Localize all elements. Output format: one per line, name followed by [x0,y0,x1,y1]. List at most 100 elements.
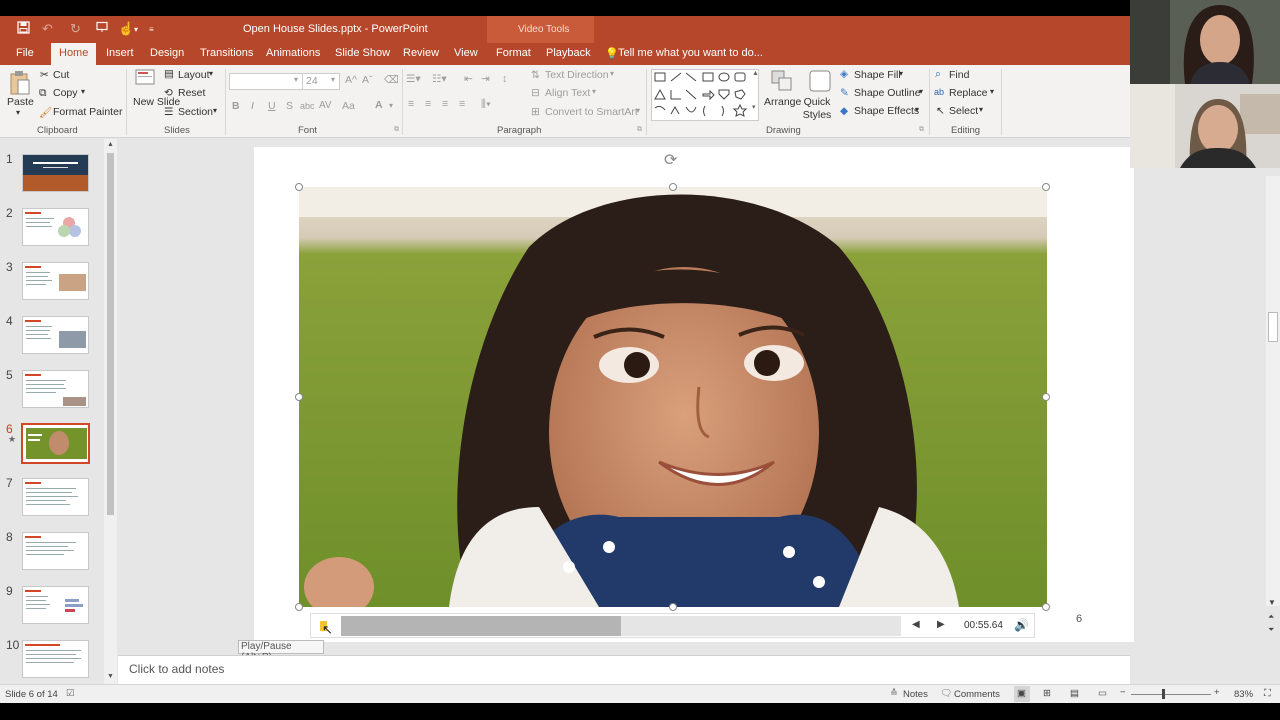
tab-playback[interactable]: Playback [546,47,591,59]
slide-thumbnail[interactable] [22,316,89,354]
scroll-down-icon[interactable]: ▼ [107,673,114,680]
thumbnails-scroll-thumb[interactable] [107,153,114,515]
zoom-level[interactable]: 83% [1234,689,1253,700]
slide-sorter-icon[interactable]: ⊞ [1043,688,1051,699]
font-dialog-launcher-icon[interactable]: ⧉ [394,126,399,134]
font-name-dropdown-icon[interactable]: ▾ [294,75,298,84]
tab-format[interactable]: Format [496,47,531,59]
editor-scroll-down-icon[interactable]: ▼ [1268,598,1276,607]
columns-icon[interactable]: ⫼▾ [481,98,491,111]
qat-more-icon[interactable]: ≡ [149,25,154,34]
tab-animations[interactable]: Animations [266,47,320,59]
replace-dropdown-icon[interactable]: ▾ [990,87,994,96]
slideshow-icon[interactable]: ▭ [1098,688,1107,699]
resize-handle[interactable] [295,393,303,401]
text-direction-button[interactable]: Text Direction [545,69,609,81]
italic-button[interactable]: I [251,100,254,112]
editor-scroll-thumb[interactable] [1268,312,1278,342]
tab-review[interactable]: Review [403,47,439,59]
bold-button[interactable]: B [232,100,240,112]
zoom-out-icon[interactable]: − [1120,687,1126,698]
bullets-icon[interactable]: ☰▾ [406,73,421,85]
skip-back-icon[interactable]: ◀ [912,619,920,630]
section-button[interactable]: Section [178,106,213,118]
quick-styles-icon[interactable] [808,69,832,96]
font-size-dropdown-icon[interactable]: ▾ [331,75,335,84]
section-dropdown-icon[interactable]: ▾ [213,106,217,115]
underline-button[interactable]: U [268,100,276,112]
shape-effects-button[interactable]: Shape Effects [854,105,919,117]
smartart-dropdown-icon[interactable]: ▾ [636,106,640,115]
tab-view[interactable]: View [454,47,478,59]
change-case-button[interactable]: Aa [342,100,355,112]
zoom-slider-thumb[interactable] [1162,689,1165,699]
resize-handle[interactable] [1042,603,1050,611]
slide-thumbnail[interactable] [22,370,89,408]
copy-dropdown-icon[interactable]: ▾ [81,87,85,96]
shrink-font-icon[interactable]: Aˇ [362,74,373,86]
comments-button[interactable]: Comments [954,689,1000,700]
video-progress-track[interactable] [341,616,901,636]
slide-thumbnail[interactable] [22,586,89,624]
gallery-scroll-up-icon[interactable]: ▲ [752,70,759,77]
tab-transitions[interactable]: Transitions [200,47,253,59]
text-direction-dropdown-icon[interactable]: ▾ [610,69,614,78]
tab-file[interactable]: File [16,47,34,59]
skip-forward-icon[interactable]: ▶ [937,619,945,630]
shadow-button[interactable]: abc [300,101,315,111]
resize-handle[interactable] [669,603,677,611]
shape-outline-dropdown-icon[interactable]: ▾ [919,87,923,96]
rotate-handle-icon[interactable]: ⟳ [664,150,677,170]
next-slide-icon[interactable]: ⏷ [1268,625,1274,635]
numbering-icon[interactable]: ☷▾ [432,73,447,85]
tab-insert[interactable]: Insert [106,47,134,59]
align-left-icon[interactable]: ≡ [408,98,414,110]
replace-button[interactable]: Replace [949,87,988,99]
undo-icon[interactable]: ↶ [42,21,53,37]
select-dropdown-icon[interactable]: ▾ [979,105,983,114]
justify-icon[interactable]: ≡ [459,98,465,110]
save-icon[interactable] [17,21,30,37]
video-frame[interactable] [299,187,1047,607]
scroll-up-icon[interactable]: ▲ [107,141,114,148]
find-button[interactable]: Find [949,69,969,81]
zoom-in-icon[interactable]: + [1214,687,1220,698]
copy-button[interactable]: Copy [53,87,78,99]
thumbnails-scrollbar[interactable]: ▲ ▼ [104,139,117,684]
drawing-dialog-launcher-icon[interactable]: ⧉ [919,126,924,134]
slide-thumbnail[interactable] [22,532,89,570]
tab-slide-show[interactable]: Slide Show [335,47,390,59]
line-spacing-icon[interactable]: ↕ [502,73,507,85]
tab-design[interactable]: Design [150,47,184,59]
paste-icon[interactable] [9,70,31,99]
font-color-dropdown-icon[interactable]: ▾ [389,101,393,110]
font-name-box[interactable] [229,73,303,90]
redo-icon[interactable]: ↻ [70,21,81,37]
resize-handle[interactable] [1042,183,1050,191]
spelling-check-icon[interactable]: ☑ [66,688,75,699]
resize-handle[interactable] [669,183,677,191]
layout-dropdown-icon[interactable]: ▾ [209,69,213,78]
arrange-icon[interactable] [770,69,794,96]
touch-mode-icon[interactable]: ☝ [118,21,134,37]
notes-toggle-icon[interactable]: ≙ [890,688,898,699]
shape-effects-dropdown-icon[interactable]: ▾ [915,105,919,114]
slide-thumbnail[interactable] [22,478,89,516]
new-slide-icon[interactable] [135,69,155,96]
layout-button[interactable]: Layout [178,69,210,81]
editor-scrollbar[interactable] [1266,176,1280,606]
resize-handle[interactable] [1042,393,1050,401]
shape-outline-button[interactable]: Shape Outline [854,87,921,99]
font-color-button[interactable]: A [375,99,383,111]
strikethrough-button[interactable]: S [286,100,293,112]
previous-slide-icon[interactable]: ⏶ [1268,612,1274,622]
align-text-dropdown-icon[interactable]: ▾ [592,87,596,96]
paste-button[interactable]: Paste [7,96,34,108]
resize-handle[interactable] [295,603,303,611]
slide-thumbnail[interactable] [22,262,89,300]
tab-home[interactable]: Home [51,43,97,65]
format-painter-button[interactable]: Format Painter [53,106,122,118]
presentation-icon[interactable] [96,21,108,36]
notes-pane[interactable]: Click to add notes [118,655,1130,684]
decrease-indent-icon[interactable]: ⇤ [464,73,473,85]
